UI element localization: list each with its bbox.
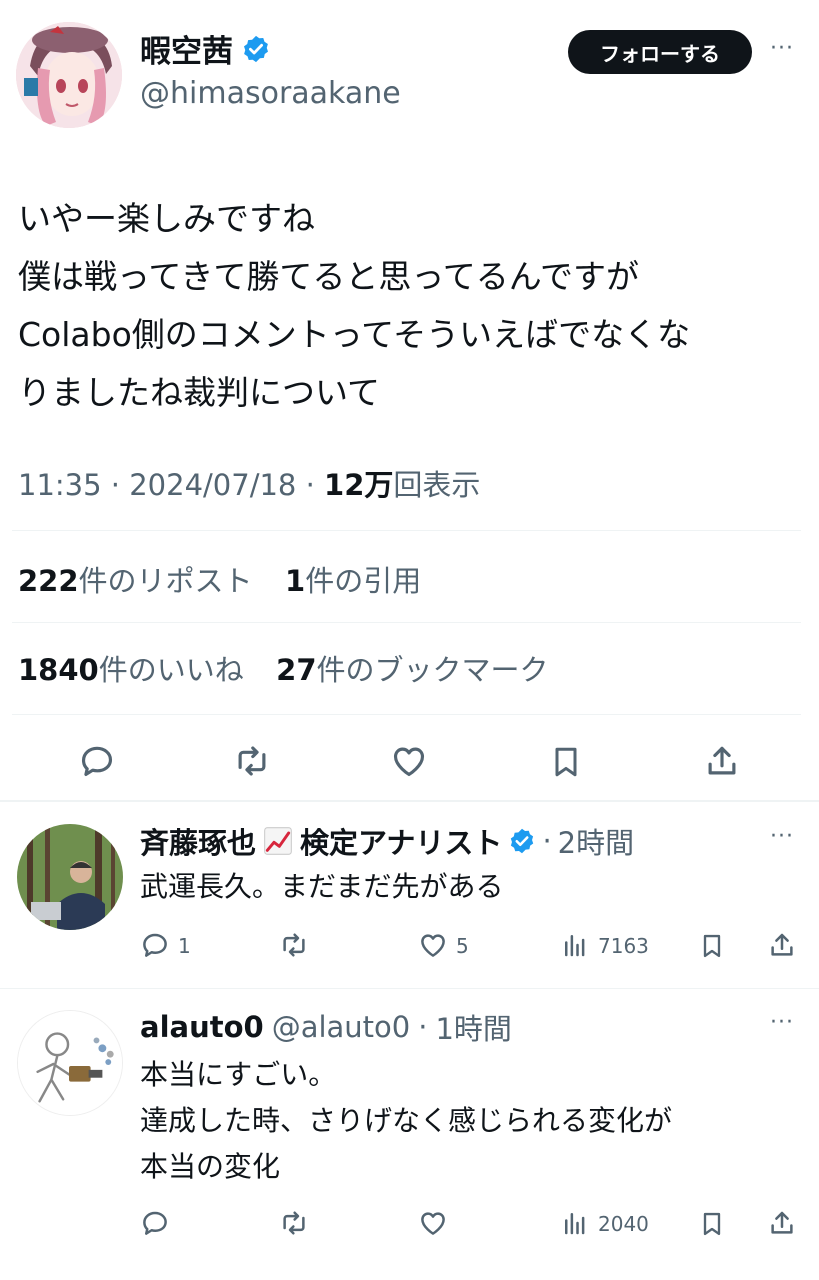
meta-separator: · [110,468,121,502]
tweet-line: Colabo側のコメントってそういえばでなくな [18,315,691,354]
reply-avatar[interactable] [17,1010,123,1116]
views-chart-icon[interactable] [560,1208,590,1238]
repost-icon[interactable] [278,1208,310,1238]
reply-line: 武運長久。まだまだ先がある [140,870,504,903]
person-with-hammer-avatar-icon [18,1011,122,1115]
likes-label: 件のいいね [98,653,244,687]
chart-increasing-icon [262,825,294,857]
reply-separator: · [418,1010,428,1044]
tweet-line: 僕は戦ってきて勝てると思ってるんですが [18,257,640,296]
tweet-line: いやー楽しみですね [18,199,315,238]
quotes-count: 1 [285,564,306,598]
reposts-label: 件のリポスト [78,564,253,598]
reply-divider [0,988,819,989]
bookmarks-link[interactable]: 27件のブックマーク [276,653,548,687]
quotes-link[interactable]: 1件の引用 [285,564,421,598]
reply-text: 武運長久。まだまだ先がある [140,864,503,910]
bookmark-icon[interactable] [698,930,726,962]
author-display-name[interactable]: 暇空茜 [140,26,233,71]
reply-name-part2[interactable]: 検定アナリスト [300,820,502,862]
reply-name[interactable]: alauto0 [140,1010,264,1044]
reply-count: 1 [178,934,191,958]
reply-handle[interactable]: @alauto0 [272,1010,411,1044]
tweet-line: りましたね裁判について [18,373,381,412]
like-count: 5 [456,934,469,958]
views-chart-icon[interactable] [560,930,590,960]
reply-icon[interactable] [78,742,116,780]
reposts-link[interactable]: 222件のリポスト [18,564,253,598]
share-icon[interactable] [767,1208,797,1238]
view-count: 2040 [598,1212,649,1236]
bookmarks-label: 件のブックマーク [316,653,549,687]
likes-link[interactable]: 1840件のいいね [18,653,244,687]
anime-girl-avatar-icon [16,22,122,128]
reply-line: 本当にすごい。 [140,1058,337,1091]
bookmarks-count: 27 [276,653,317,687]
tweet-date[interactable]: 2024/07/18 [129,468,296,502]
more-options-icon[interactable]: ··· [770,36,794,61]
reply-icon[interactable] [140,930,170,960]
author-handle[interactable]: @himasoraakane [140,76,401,111]
meta-separator: · [305,468,315,502]
more-options-icon[interactable]: ··· [770,1010,794,1035]
reply-avatar[interactable] [17,824,123,930]
like-heart-icon[interactable] [418,930,448,960]
reply-time[interactable]: 1時間 [435,1006,511,1048]
reply-text: 本当にすごい。 達成した時、さりげなく感じられる変化が 本当の変化 [140,1052,672,1190]
reposts-count: 222 [18,564,79,598]
quotes-label: 件の引用 [305,564,422,598]
person-in-forest-avatar-icon [17,824,123,930]
divider [12,622,801,623]
divider [12,530,801,531]
divider [12,714,801,715]
reply-line: 本当の変化 [140,1150,281,1183]
tweet-time[interactable]: 11:35 [18,468,102,502]
verified-badge-icon [508,827,536,855]
tweet-meta: 11:35 · 2024/07/18 · 12万回表示 [18,462,480,504]
bookmark-icon[interactable] [548,742,584,782]
bookmark-icon[interactable] [698,1208,726,1240]
reply-icon[interactable] [140,1208,170,1238]
more-options-icon[interactable]: ··· [770,824,794,849]
like-stats: 1840件のいいね 27件のブックマーク [18,647,549,689]
views-label: 回表示 [393,468,481,502]
like-heart-icon[interactable] [390,742,428,780]
share-icon[interactable] [767,930,797,960]
follow-button[interactable]: フォローする [568,30,752,74]
view-count: 7163 [598,934,649,958]
like-heart-icon[interactable] [418,1208,448,1238]
tweet-text: いやー楽しみですね 僕は戦ってきて勝てると思ってるんですが Colabo側のコメ… [18,190,690,422]
repost-stats: 222件のリポスト 1件の引用 [18,558,421,600]
reply-name-part1[interactable]: 斉藤琢也 [140,820,256,862]
share-icon[interactable] [703,742,741,780]
repost-icon[interactable] [278,930,310,960]
reply-time[interactable]: 2時間 [558,820,634,862]
reply-line: 達成した時、さりげなく感じられる変化が [140,1104,673,1137]
reply-separator: · [542,824,552,858]
repost-icon[interactable] [232,742,272,780]
verified-badge-icon [241,34,271,64]
views-count: 12万 [324,468,394,502]
likes-count: 1840 [18,653,99,687]
section-divider [0,800,819,802]
author-avatar[interactable] [16,22,122,128]
